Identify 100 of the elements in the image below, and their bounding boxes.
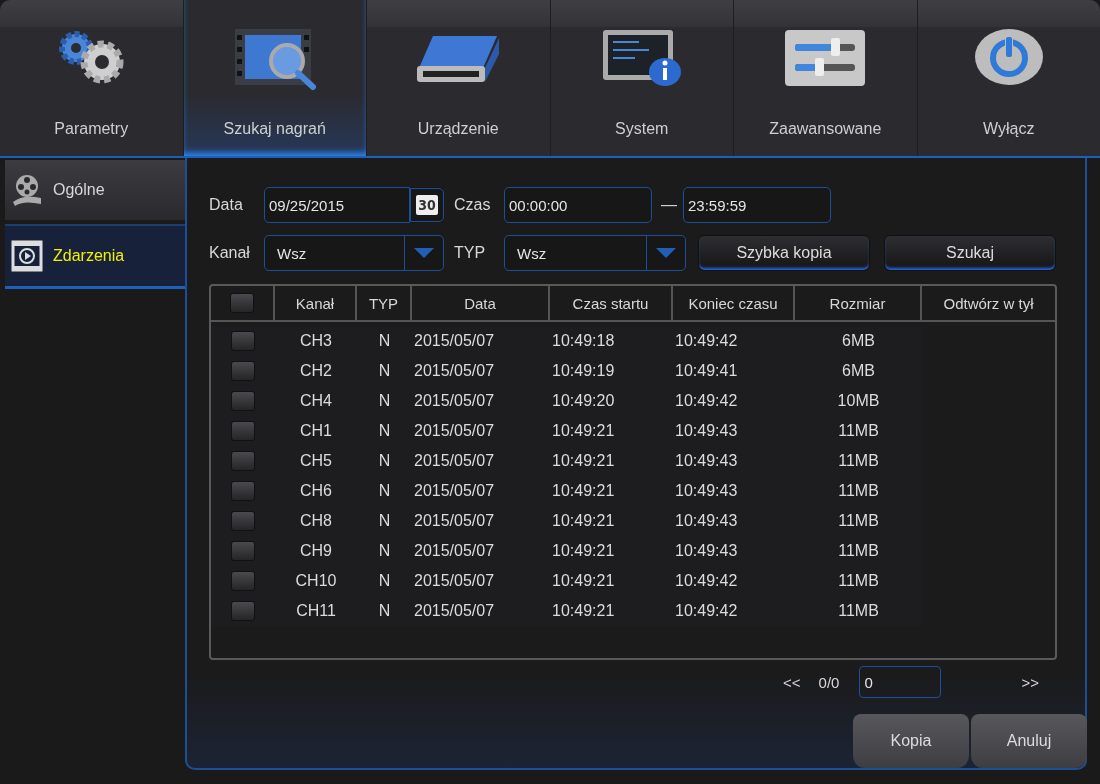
row-checkbox[interactable]: [231, 451, 255, 471]
table-cell: N: [378, 482, 391, 500]
table-cell: 10:49:43: [675, 542, 738, 560]
field-label: Data: [209, 196, 244, 214]
nav-tab[interactable]: Parametry: [0, 0, 184, 156]
film-play-icon: [11, 240, 43, 272]
table-cell: 10:49:42: [675, 332, 738, 350]
table-cell: CH6: [300, 482, 332, 500]
table-cell: 2015/05/07: [414, 482, 495, 500]
row-checkbox[interactable]: [231, 481, 255, 501]
field-label: Kanał: [209, 244, 251, 262]
next-page-link[interactable]: >>: [1021, 673, 1039, 691]
table-cell: 11MB: [838, 512, 879, 530]
column-header: Kanał: [275, 286, 357, 322]
calendar-button[interactable]: 30: [410, 188, 444, 222]
table-cell: 10:49:41: [675, 362, 738, 380]
table-cell: 6MB: [842, 362, 875, 380]
table-cell: CH2: [300, 362, 332, 380]
table-cell: 11MB: [838, 452, 879, 470]
table-cell: 2015/05/07: [414, 572, 495, 590]
copy-button[interactable]: Kopia: [853, 714, 969, 768]
table-cell: 10:49:18: [552, 332, 615, 350]
table-cell: CH5: [300, 452, 332, 470]
nav-tab[interactable]: Urządzenie: [367, 0, 551, 156]
nav-tab[interactable]: Wyłącz: [917, 0, 1100, 156]
table-cell: CH3: [300, 332, 332, 350]
column-header: TYP: [357, 286, 412, 322]
table-cell: 11MB: [838, 572, 879, 590]
row-checkbox[interactable]: [231, 541, 255, 561]
table-cell: 10MB: [837, 392, 880, 410]
nav-tab[interactable]: System: [550, 0, 734, 156]
table-cell: 6MB: [842, 332, 875, 350]
table-cell: N: [378, 542, 391, 560]
time-field[interactable]: 00:00:00: [504, 187, 652, 223]
range-dash: —: [661, 196, 677, 214]
table-cell: N: [378, 512, 391, 530]
table-cell: CH11: [296, 602, 336, 620]
column-header: Rozmiar: [795, 286, 922, 322]
dropdown[interactable]: Wsz: [264, 235, 444, 271]
table-cell: N: [378, 422, 391, 440]
table-cell: 10:49:21: [552, 572, 615, 590]
table-cell: 10:49:43: [675, 452, 738, 470]
field-label: TYP: [454, 244, 487, 262]
table-cell: 2015/05/07: [414, 392, 495, 410]
table-cell: N: [378, 392, 391, 410]
nav-tab[interactable]: Zaawansowane: [734, 0, 918, 156]
table-cell: 10:49:20: [552, 392, 615, 410]
table-cell: 2015/05/07: [414, 602, 495, 620]
table-cell: 10:49:21: [552, 602, 615, 620]
table-cell: 10:49:42: [675, 392, 738, 410]
table-cell: 2015/05/07: [414, 452, 495, 470]
field-label: Czas: [454, 196, 492, 214]
table-cell: CH1: [300, 422, 332, 440]
cancel-button[interactable]: Anuluj: [971, 714, 1087, 768]
table-cell: 10:49:43: [675, 482, 738, 500]
table-cell: 2015/05/07: [414, 542, 495, 560]
table-cell: 10:49:42: [675, 602, 738, 620]
sidebar-item[interactable]: Ogólne: [5, 160, 185, 220]
table-cell: 11MB: [838, 602, 879, 620]
table-cell: 10:49:19: [552, 362, 615, 380]
row-checkbox[interactable]: [231, 361, 255, 381]
sidebar-item[interactable]: Zdarzenia: [5, 224, 185, 289]
table-cell: CH4: [300, 392, 332, 410]
row-checkbox[interactable]: [231, 331, 255, 351]
table-cell: N: [378, 572, 391, 590]
table-cell: CH10: [295, 572, 337, 590]
date-field[interactable]: 09/25/2015: [264, 187, 410, 223]
table-cell: 11MB: [838, 422, 879, 440]
table-cell: N: [378, 602, 391, 620]
row-checkbox[interactable]: [231, 391, 255, 411]
column-header: Odtwórz w tył: [922, 286, 1055, 322]
row-checkbox[interactable]: [231, 421, 255, 441]
row-checkbox[interactable]: [231, 511, 255, 531]
table-cell: N: [378, 332, 391, 350]
table-cell: CH8: [300, 512, 332, 530]
table-cell: 2015/05/07: [414, 332, 495, 350]
table-cell: CH9: [300, 542, 332, 560]
table-cell: 11MB: [838, 542, 879, 560]
search-button[interactable]: Szukaj: [884, 235, 1056, 271]
time-field[interactable]: 23:59:59: [683, 187, 831, 223]
table-cell: N: [378, 362, 391, 380]
table-cell: 2015/05/07: [414, 362, 495, 380]
film-reel-icon: [11, 174, 43, 206]
table-cell: 10:49:21: [552, 512, 615, 530]
column-header: Koniec czasu: [673, 286, 795, 322]
table-cell: 10:49:21: [552, 542, 615, 560]
table-cell: 10:49:43: [675, 512, 738, 530]
prev-page-link[interactable]: <<: [783, 673, 801, 691]
row-checkbox[interactable]: [231, 601, 255, 621]
nav-tab[interactable]: Szukaj nagrań: [183, 0, 367, 156]
table-cell: 2015/05/07: [414, 422, 495, 440]
column-header: Data: [412, 286, 550, 322]
table-cell: 11MB: [838, 482, 879, 500]
row-checkbox[interactable]: [231, 571, 255, 591]
quick-copy-button[interactable]: Szybka kopia: [698, 235, 870, 271]
table-cell: 10:49:21: [552, 482, 615, 500]
page-input[interactable]: 0: [859, 666, 942, 698]
select-all-checkbox[interactable]: [230, 293, 254, 313]
dropdown[interactable]: Wsz: [504, 235, 686, 271]
page-counter: 0/0: [818, 673, 840, 691]
